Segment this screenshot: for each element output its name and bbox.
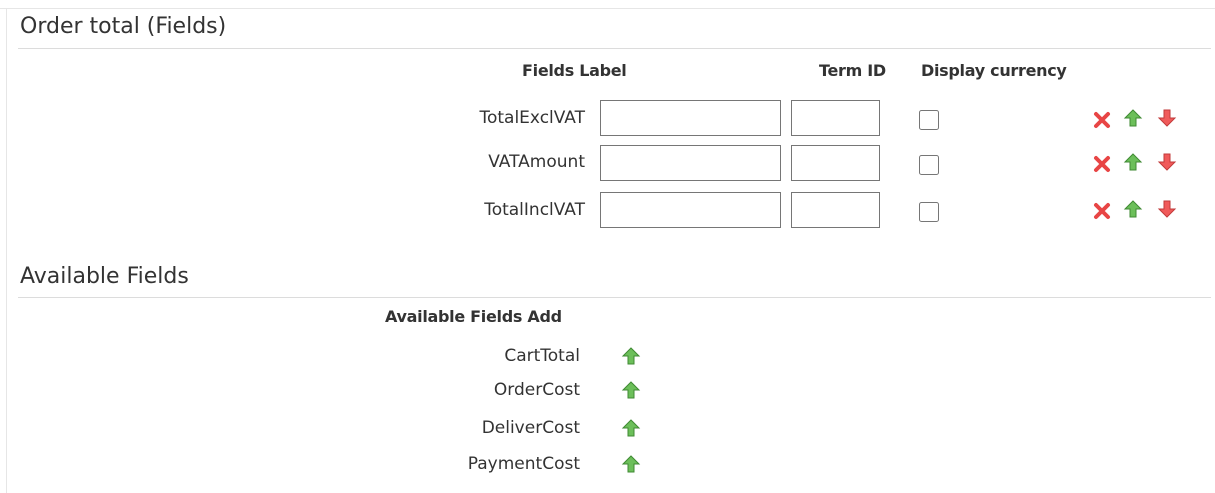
term-id-input-totalexclvat[interactable] [791,100,880,136]
add-up-arrow-icon[interactable] [621,346,641,366]
available-field-carttotal: CartTotal [504,346,580,366]
move-down-icon[interactable] [1157,199,1177,219]
display-currency-checkbox-totalexclvat[interactable] [919,110,939,130]
move-down-icon[interactable] [1157,108,1177,128]
move-up-icon[interactable] [1123,108,1143,128]
fields-label-input-vatamount[interactable] [600,145,781,181]
field-name-totalexclvat: TotalExclVAT [479,108,585,128]
field-name-totalinclvat: TotalInclVAT [484,200,585,220]
move-down-icon[interactable] [1157,152,1177,172]
term-id-header: Term ID [819,61,886,80]
available-fields-divider [18,297,1211,298]
delete-icon[interactable] [1092,110,1112,130]
fields-label-header: Fields Label [522,61,627,80]
term-id-input-vatamount[interactable] [791,145,880,181]
available-fields-title: Available Fields [20,264,189,289]
available-field-paymentcost: PaymentCost [467,454,580,474]
delete-icon[interactable] [1092,154,1112,174]
fields-label-input-totalinclvat[interactable] [600,192,781,228]
add-up-arrow-icon[interactable] [621,418,641,438]
available-fields-header: Available Fields Add [385,307,562,326]
order-total-title: Order total (Fields) [20,14,227,39]
display-currency-checkbox-totalinclvat[interactable] [919,202,939,222]
delete-icon[interactable] [1092,201,1112,221]
move-up-icon[interactable] [1123,199,1143,219]
display-currency-header: Display currency [921,61,1067,80]
add-up-arrow-icon[interactable] [621,380,641,400]
top-frame [0,0,1215,9]
display-currency-checkbox-vatamount[interactable] [919,155,939,175]
add-up-arrow-icon[interactable] [621,454,641,474]
left-frame [6,8,7,493]
term-id-input-totalinclvat[interactable] [791,192,880,228]
move-up-icon[interactable] [1123,152,1143,172]
available-field-delivercost: DeliverCost [481,418,580,438]
field-name-vatamount: VATAmount [488,152,585,172]
order-total-divider [18,48,1211,49]
available-field-ordercost: OrderCost [493,380,580,400]
fields-label-input-totalexclvat[interactable] [600,100,781,136]
